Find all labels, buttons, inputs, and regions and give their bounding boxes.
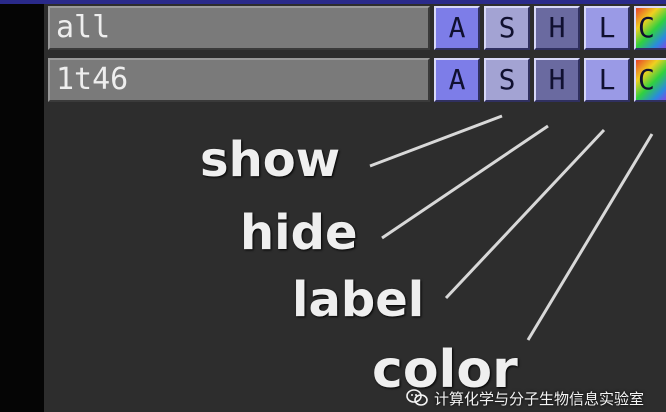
hide-annotation: hide [240,205,358,261]
color-pointer-line [526,133,654,341]
watermark: 计算化学与分子生物信息实验室 [406,386,644,410]
wechat-icon [406,389,428,406]
label-pointer-line [444,128,606,300]
hide-pointer-line [381,124,549,240]
screenshot-stage: all A S H L C 1t46 A S H L C show hide l… [0,0,666,412]
watermark-text: 计算化学与分子生物信息实验室 [434,389,645,408]
show-annotation: show [200,132,341,188]
show-pointer-line [369,114,503,168]
label-annotation: label [292,272,425,328]
